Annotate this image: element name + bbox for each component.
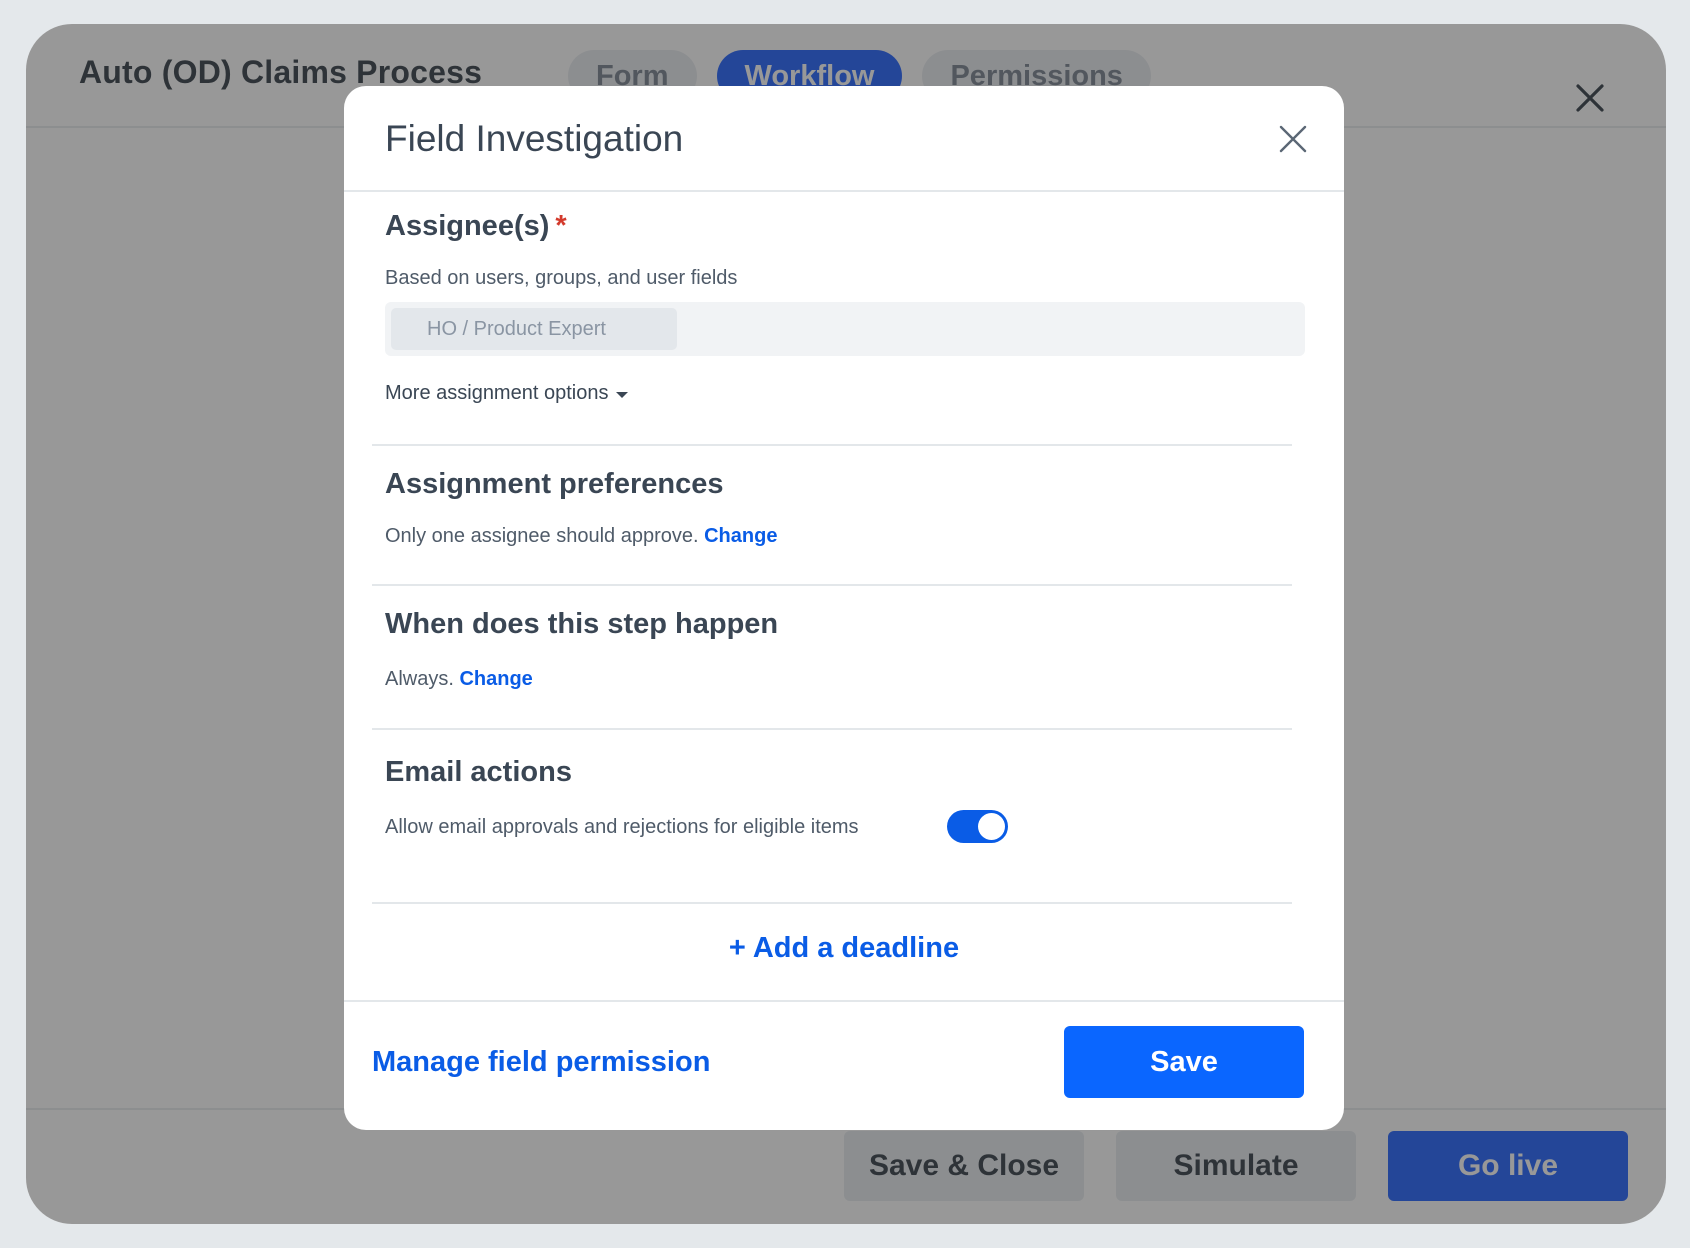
assignee-heading: Assignee(s) * — [385, 210, 567, 243]
assignment-preferences-title: Assignment preferences — [385, 468, 724, 500]
step-timing-title: When does this step happen — [385, 608, 779, 640]
assignment-preferences-value: Only one assignee should approve. — [385, 525, 699, 547]
modal-title: Field Investigation — [385, 118, 684, 159]
change-step-timing-link[interactable]: Change — [459, 668, 532, 690]
email-actions-title: Email actions — [385, 756, 572, 788]
assignee-subtitle: Based on users, groups, and user fields — [385, 267, 738, 289]
assignment-preferences-section: Assignment preferences Only one assignee… — [372, 468, 1292, 568]
divider — [372, 728, 1292, 730]
caret-down-icon — [616, 392, 629, 398]
toggle-knob — [978, 813, 1005, 840]
modal-header: Field Investigation — [344, 86, 1344, 192]
divider — [372, 584, 1292, 586]
assignment-preferences-text: Only one assignee should approve. Change — [385, 525, 777, 548]
change-assignment-preferences-link[interactable]: Change — [704, 525, 777, 547]
step-timing-text: Always. Change — [385, 668, 533, 691]
email-actions-toggle[interactable] — [947, 810, 1008, 843]
assignee-input[interactable]: HO / Product Expert — [385, 302, 1305, 356]
more-assignment-options[interactable]: More assignment options — [385, 382, 629, 405]
email-actions-section: Email actions Allow email approvals and … — [372, 756, 1292, 896]
assignee-section: Assignee(s) * Based on users, groups, and… — [372, 210, 1305, 436]
add-deadline-link[interactable]: + Add a deadline — [344, 932, 1344, 965]
close-icon[interactable] — [1278, 124, 1308, 154]
assignee-chip[interactable]: HO / Product Expert — [391, 308, 677, 350]
modal-footer: Manage field permission Save — [344, 1000, 1344, 1130]
manage-field-permission-link[interactable]: Manage field permission — [372, 1046, 710, 1079]
field-investigation-modal: Field Investigation Assignee(s) * Based o… — [344, 86, 1344, 1130]
required-marker: * — [555, 210, 567, 242]
assignee-title: Assignee(s) — [385, 210, 550, 242]
save-button[interactable]: Save — [1064, 1026, 1304, 1098]
more-options-label: More assignment options — [385, 382, 609, 404]
divider — [372, 902, 1292, 904]
step-timing-section: When does this step happen Always. Chang… — [372, 608, 1292, 718]
step-timing-value: Always. — [385, 668, 454, 690]
email-actions-text: Allow email approvals and rejections for… — [385, 816, 859, 838]
divider — [372, 444, 1292, 446]
